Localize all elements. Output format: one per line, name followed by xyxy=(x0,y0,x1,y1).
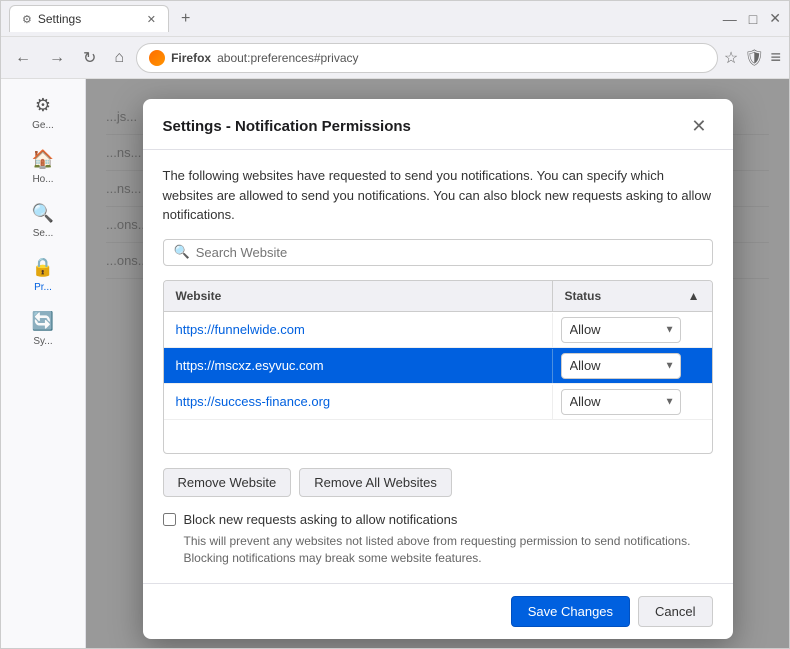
modal-close-button[interactable]: ✕ xyxy=(685,115,712,137)
modal-title: Settings - Notification Permissions xyxy=(163,118,411,135)
sidebar-label-home: Ho... xyxy=(32,174,53,185)
window-minimize[interactable]: — xyxy=(723,11,737,27)
col-website-header: Website xyxy=(164,281,552,311)
sort-arrow-icon[interactable]: ▲ xyxy=(688,289,700,303)
search-input[interactable] xyxy=(196,245,702,260)
tab-close-btn[interactable]: ✕ xyxy=(147,13,156,26)
general-icon: ⚙ xyxy=(35,95,51,116)
status-label: Status xyxy=(565,289,602,303)
status-cell-2: Allow Block ▼ xyxy=(552,349,712,383)
address-bar[interactable]: Firefox about:preferences#privacy xyxy=(136,43,718,73)
menu-icon[interactable]: ≡ xyxy=(770,47,781,68)
status-dropdown-1[interactable]: Allow Block xyxy=(561,317,681,343)
search-icon: 🔍 xyxy=(174,244,190,260)
table-empty-area xyxy=(164,420,712,454)
star-icon[interactable]: ☆ xyxy=(724,48,738,68)
content-area: ⚙ Ge... 🏠 Ho... 🔍 Se... 🔒 Pr... 🔄 Sy... xyxy=(1,79,789,648)
sidebar-item-privacy[interactable]: 🔒 Pr... xyxy=(5,249,81,301)
tab-bar: ⚙ Settings ✕ + xyxy=(9,5,198,32)
refresh-button[interactable]: ↻ xyxy=(77,44,102,72)
remove-website-button[interactable]: Remove Website xyxy=(163,468,292,497)
website-url-3: https://success-finance.org xyxy=(164,386,552,417)
table-row[interactable]: https://mscxz.esyvuc.com Allow Block ▼ xyxy=(164,348,712,384)
status-select-wrapper-2: Allow Block ▼ xyxy=(561,353,681,379)
block-new-requests-row: Block new requests asking to allow notif… xyxy=(163,511,713,567)
status-cell-3: Allow Block ▼ xyxy=(552,385,712,419)
search-bar: 🔍 xyxy=(163,239,713,267)
status-dropdown-3[interactable]: Allow Block xyxy=(561,389,681,415)
status-dropdown-2[interactable]: Allow Block xyxy=(561,353,681,379)
table-row[interactable]: https://funnelwide.com Allow Block ▼ xyxy=(164,312,712,348)
sidebar-item-general[interactable]: ⚙ Ge... xyxy=(5,87,81,139)
col-status-header: Status ▲ xyxy=(552,281,712,311)
sidebar-label-general: Ge... xyxy=(32,120,54,131)
table-row[interactable]: https://success-finance.org Allow Block … xyxy=(164,384,712,420)
save-changes-button[interactable]: Save Changes xyxy=(511,596,630,627)
sidebar-label-search: Se... xyxy=(33,228,54,239)
new-tab-button[interactable]: + xyxy=(173,6,198,32)
address-url: about:preferences#privacy xyxy=(217,51,358,65)
title-bar: ⚙ Settings ✕ + — □ ✕ xyxy=(1,1,789,37)
status-cell-1: Allow Block ▼ xyxy=(552,313,712,347)
window-controls: — □ ✕ xyxy=(723,10,781,27)
modal-footer: Save Changes Cancel xyxy=(143,583,733,639)
modal-body: The following websites have requested to… xyxy=(143,150,733,583)
home-button[interactable]: ⌂ xyxy=(108,45,130,71)
table-header: Website Status ▲ xyxy=(164,281,712,312)
window-close[interactable]: ✕ xyxy=(769,10,781,27)
sidebar-label-privacy: Pr... xyxy=(34,282,52,293)
firefox-logo-icon xyxy=(149,50,165,66)
settings-tab-icon: ⚙ xyxy=(22,13,32,26)
forward-button[interactable]: → xyxy=(43,45,71,71)
modal-description: The following websites have requested to… xyxy=(163,166,713,225)
privacy-icon: 🔒 xyxy=(32,257,54,278)
sidebar-item-home[interactable]: 🏠 Ho... xyxy=(5,141,81,193)
nav-bar-right: ☆ 🛡 ≡ xyxy=(724,47,781,68)
sidebar-item-sync[interactable]: 🔄 Sy... xyxy=(5,303,81,355)
checkbox-text-area: Block new requests asking to allow notif… xyxy=(184,511,713,567)
search-nav-icon: 🔍 xyxy=(32,203,54,224)
browser-window: ⚙ Settings ✕ + — □ ✕ ← → ↻ ⌂ Firefox abo… xyxy=(0,0,790,649)
home-icon: 🏠 xyxy=(32,149,54,170)
remove-all-websites-button[interactable]: Remove All Websites xyxy=(299,468,452,497)
notification-permissions-dialog: Settings - Notification Permissions ✕ Th… xyxy=(143,99,733,639)
block-requests-checkbox[interactable] xyxy=(163,513,176,526)
sidebar-label-sync: Sy... xyxy=(33,336,52,347)
modal-header: Settings - Notification Permissions ✕ xyxy=(143,99,733,150)
nav-bar: ← → ↻ ⌂ Firefox about:preferences#privac… xyxy=(1,37,789,79)
checkbox-label: Block new requests asking to allow notif… xyxy=(184,511,713,529)
status-select-wrapper-3: Allow Block ▼ xyxy=(561,389,681,415)
tab-title: Settings xyxy=(38,12,81,26)
websites-table: Website Status ▲ https://funnelwide.com xyxy=(163,280,713,454)
sidebar: ⚙ Ge... 🏠 Ho... 🔍 Se... 🔒 Pr... 🔄 Sy... xyxy=(1,79,86,648)
website-url-1: https://funnelwide.com xyxy=(164,314,552,345)
modal-overlay: Settings - Notification Permissions ✕ Th… xyxy=(86,79,789,648)
shield-icon[interactable]: 🛡 xyxy=(744,48,764,68)
window-maximize[interactable]: □ xyxy=(749,11,757,27)
main-content: ...js... ...ns... ...ns... ...ons... ...… xyxy=(86,79,789,648)
browser-label: Firefox xyxy=(171,51,211,65)
active-tab[interactable]: ⚙ Settings ✕ xyxy=(9,5,169,32)
sidebar-item-search[interactable]: 🔍 Se... xyxy=(5,195,81,247)
status-select-wrapper-1: Allow Block ▼ xyxy=(561,317,681,343)
checkbox-sublabel: This will prevent any websites not liste… xyxy=(184,533,713,567)
website-url-2: https://mscxz.esyvuc.com xyxy=(164,350,552,381)
sync-icon: 🔄 xyxy=(32,311,54,332)
action-buttons-row: Remove Website Remove All Websites xyxy=(163,468,713,497)
back-button[interactable]: ← xyxy=(9,45,37,71)
cancel-button[interactable]: Cancel xyxy=(638,596,712,627)
